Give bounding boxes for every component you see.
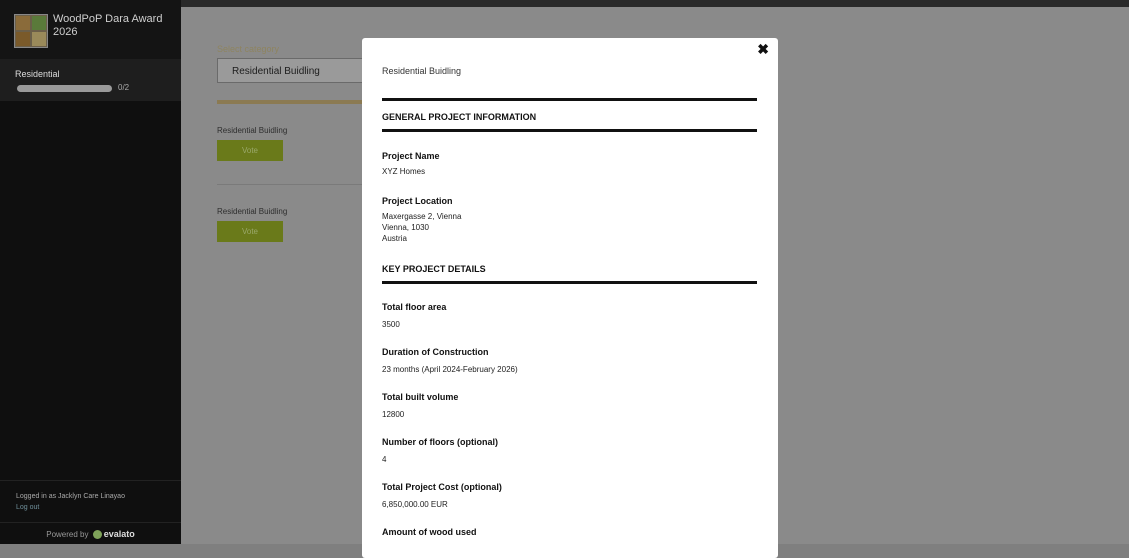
progress-count: 0/2 (118, 83, 130, 92)
category-underline (217, 100, 377, 104)
entry-label: Residential Buidling (217, 126, 288, 135)
sidebar-header: WoodPoP Dara Award 2026 (0, 0, 181, 59)
vote-button[interactable]: Vote (217, 140, 283, 161)
vote-button[interactable]: Vote (217, 221, 283, 242)
award-logo (14, 14, 48, 48)
powered-label: Powered by (46, 530, 89, 539)
logout-link[interactable]: Log out (16, 504, 39, 511)
sidebar-item-residential[interactable]: Residential 0/2 (0, 59, 181, 101)
duration-value: 23 months (April 2024-February 2026) (382, 365, 518, 374)
sidebar-item-label: Residential (15, 69, 60, 79)
project-location-line: Austria (382, 234, 407, 243)
floor-area-value: 3500 (382, 320, 400, 329)
logged-in-text: Logged in as Jacklyn Care Linayao (16, 493, 125, 500)
sidebar-footer: Logged in as Jacklyn Care Linayao Log ou… (0, 480, 181, 521)
project-modal: ✖ Residential Buidling GENERAL PROJECT I… (362, 38, 778, 558)
section-rule (382, 281, 757, 284)
volume-value: 12800 (382, 410, 405, 419)
close-icon[interactable]: ✖ (757, 41, 769, 58)
project-name-label: Project Name (382, 151, 440, 161)
project-name-value: XYZ Homes (382, 167, 426, 176)
section-rule (382, 129, 757, 132)
cost-value: 6,850,000.00 EUR (382, 500, 448, 509)
cost-label: Total Project Cost (optional) (382, 482, 502, 492)
duration-label: Duration of Construction (382, 347, 489, 357)
section-rule (382, 98, 757, 101)
project-location-line: Vienna, 1030 (382, 223, 430, 232)
volume-label: Total built volume (382, 392, 459, 402)
project-location-line: Maxergasse 2, Vienna (382, 212, 462, 221)
evalato-logo-icon (92, 530, 102, 540)
floor-area-label: Total floor area (382, 302, 447, 312)
wood-amount-label: Amount of wood used (382, 527, 477, 537)
floors-value: 4 (382, 455, 387, 464)
category-select[interactable]: Residential Buidling (217, 58, 377, 83)
category-progress-bar (17, 85, 112, 92)
app-title: WoodPoP Dara Award 2026 (53, 13, 163, 38)
select-category-label: Select category (217, 44, 280, 54)
modal-subtitle: Residential Buidling (382, 66, 462, 76)
top-strip (181, 0, 1129, 7)
sidebar: WoodPoP Dara Award 2026 Residential 0/2 … (0, 0, 181, 544)
section-key-title: KEY PROJECT DETAILS (382, 264, 486, 274)
section-general-title: GENERAL PROJECT INFORMATION (382, 112, 537, 122)
powered-by: Powered by evalato (0, 522, 181, 545)
entry-divider (217, 184, 377, 185)
entry-label: Residential Buidling (217, 207, 288, 216)
floors-label: Number of floors (optional) (382, 437, 498, 447)
project-location-label: Project Location (382, 196, 453, 206)
brand-name: evalato (103, 529, 135, 539)
